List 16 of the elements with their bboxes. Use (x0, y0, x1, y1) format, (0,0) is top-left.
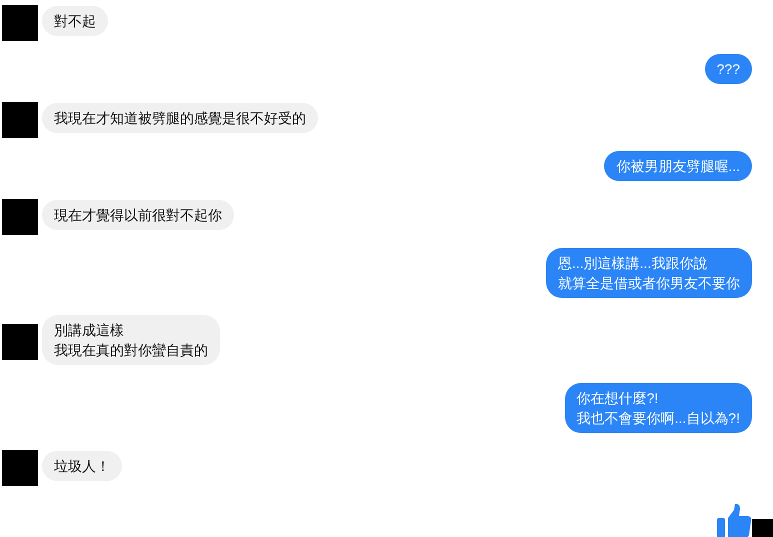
message-bubble: 別講成這樣 我現在真的對你蠻自責的 (42, 315, 220, 365)
message-bubble: 我現在才知道被劈腿的感覺是很不好受的 (42, 102, 318, 132)
avatar (2, 450, 38, 486)
avatar (2, 102, 38, 138)
message-bubble: 你被男朋友劈腿喔... (604, 151, 752, 181)
read-receipt-avatar (752, 518, 773, 537)
avatar (2, 198, 38, 234)
message-bubble: ??? (704, 54, 752, 84)
message-bubble: 你在想什麼?! 我也不會要你啊...自以為?! (564, 382, 752, 432)
avatar (2, 4, 38, 40)
thumbs-up-icon[interactable] (716, 502, 752, 537)
message-bubble: 垃圾人！ (42, 450, 122, 480)
message-bubble: 對不起 (42, 6, 108, 36)
message-bubble: 現在才覺得以前很對不起你 (42, 200, 234, 230)
avatar (2, 324, 38, 360)
message-bubble: 恩...別這樣講...我跟你說 就算全是借或者你男友不要你 (546, 248, 752, 298)
